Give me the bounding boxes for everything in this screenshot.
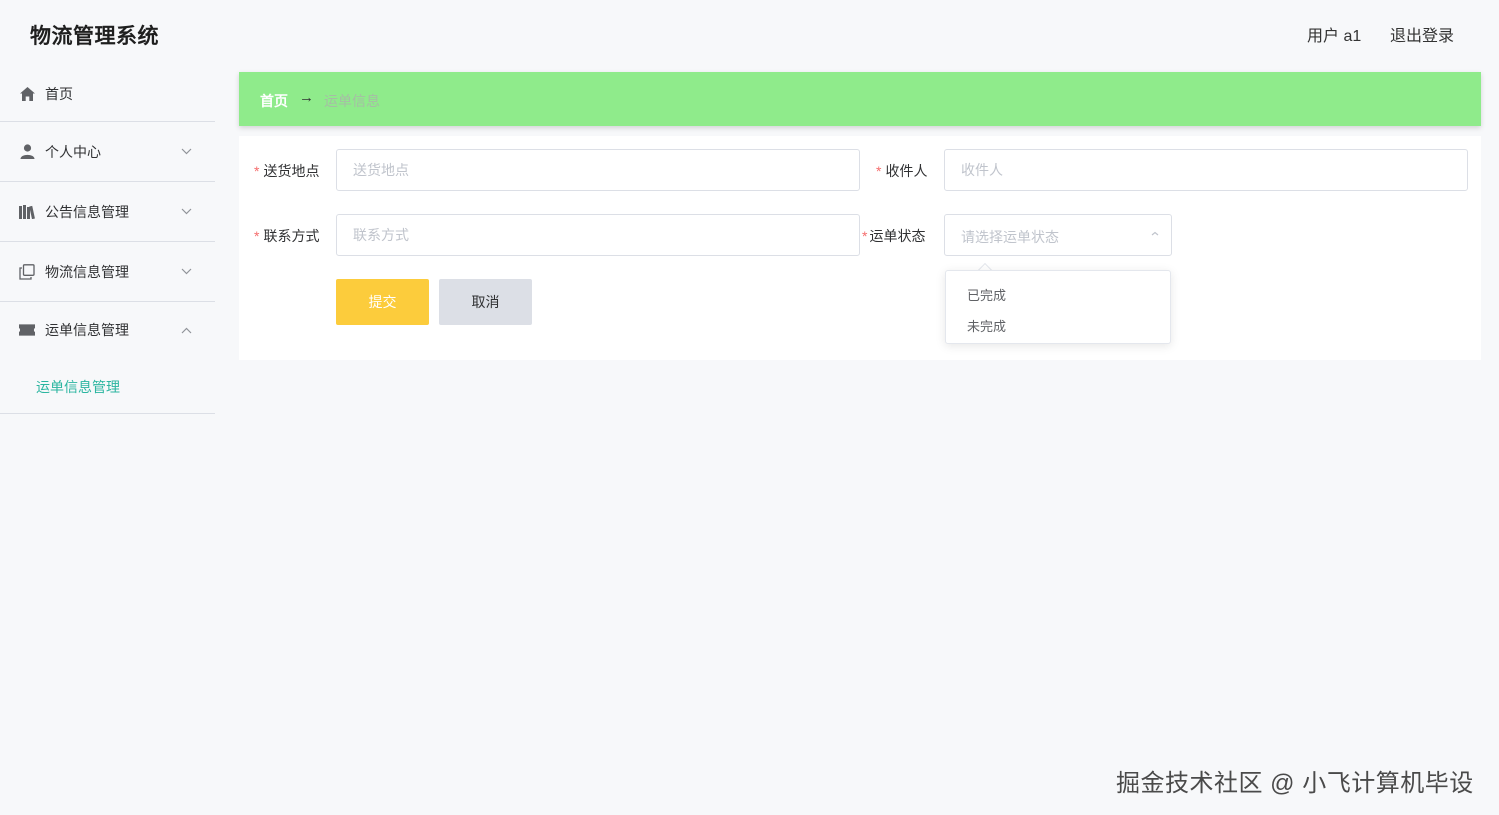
contact-input[interactable] (336, 214, 860, 256)
dropdown-option-incomplete[interactable]: 未完成 (946, 309, 1170, 339)
user-icon (19, 144, 35, 160)
logout-link[interactable]: 退出登录 (1390, 22, 1454, 46)
books-icon (19, 204, 35, 220)
sidebar-item-label: 物流信息管理 (45, 263, 129, 280)
chevron-down-icon (180, 266, 192, 278)
sidebar-item-logistics[interactable]: 物流信息管理 (0, 242, 215, 302)
waybill-form: *送货地点 *收件人 *联系方式 *运单状态 请选择运单状态 提交 取消 (239, 136, 1481, 360)
sidebar-item-profile[interactable]: 个人中心 (0, 122, 215, 182)
sidebar-item-label: 个人中心 (45, 143, 101, 160)
sidebar-item-announcements[interactable]: 公告信息管理 (0, 182, 215, 242)
user-label: 用户 a1 (1307, 28, 1362, 45)
required-mark: * (254, 228, 260, 244)
submit-button[interactable]: 提交 (336, 279, 429, 325)
watermark: 掘金技术社区 @ 小飞计算机毕设 (1116, 770, 1474, 797)
sidebar: 首页 个人中心 公告信息管理 物流信息管理 运单信息管理 运单信息管理 (0, 66, 215, 815)
sidebar-subitem-waybills[interactable]: 运单信息管理 (0, 358, 215, 414)
sidebar-item-waybills[interactable]: 运单信息管理 (0, 302, 215, 358)
sidebar-item-home[interactable]: 首页 (0, 66, 215, 122)
address-input[interactable] (336, 149, 860, 191)
sidebar-item-label: 首页 (45, 85, 73, 102)
app-title: 物流管理系统 (30, 25, 159, 48)
status-dropdown: 已完成 未完成 (945, 270, 1171, 344)
ticket-icon (19, 322, 35, 338)
status-select-placeholder: 请选择运单状态 (961, 229, 1059, 245)
address-label: * 送货地点 (254, 163, 320, 179)
breadcrumb-home[interactable]: 首页 (260, 91, 288, 111)
required-mark: * (254, 163, 260, 179)
sidebar-item-label: 公告信息管理 (45, 203, 129, 220)
home-icon (19, 86, 35, 102)
top-bar: 物流管理系统 用户 a1 退出登录 (0, 0, 1499, 66)
chevron-down-icon (180, 206, 192, 218)
breadcrumb: 首页 → 运单信息 (239, 72, 1481, 126)
chevron-down-icon (180, 146, 192, 158)
copy-icon (19, 263, 35, 280)
sidebar-subitem-label: 运单信息管理 (36, 379, 120, 395)
recipient-label: * 收件人 (876, 163, 928, 179)
sidebar-item-label: 运单信息管理 (45, 322, 129, 338)
contact-label: * 联系方式 (254, 228, 320, 244)
recipient-input[interactable] (944, 149, 1468, 191)
status-label: * 运单状态 (862, 228, 926, 244)
breadcrumb-separator: → (299, 89, 314, 106)
chevron-up-icon (1149, 229, 1161, 241)
required-mark: * (876, 163, 882, 179)
chevron-up-icon (180, 324, 192, 336)
dropdown-option-completed[interactable]: 已完成 (946, 278, 1170, 308)
breadcrumb-current: 运单信息 (324, 93, 380, 109)
required-mark: * (862, 228, 868, 244)
status-select[interactable]: 请选择运单状态 (944, 214, 1172, 256)
cancel-button[interactable]: 取消 (439, 279, 532, 325)
